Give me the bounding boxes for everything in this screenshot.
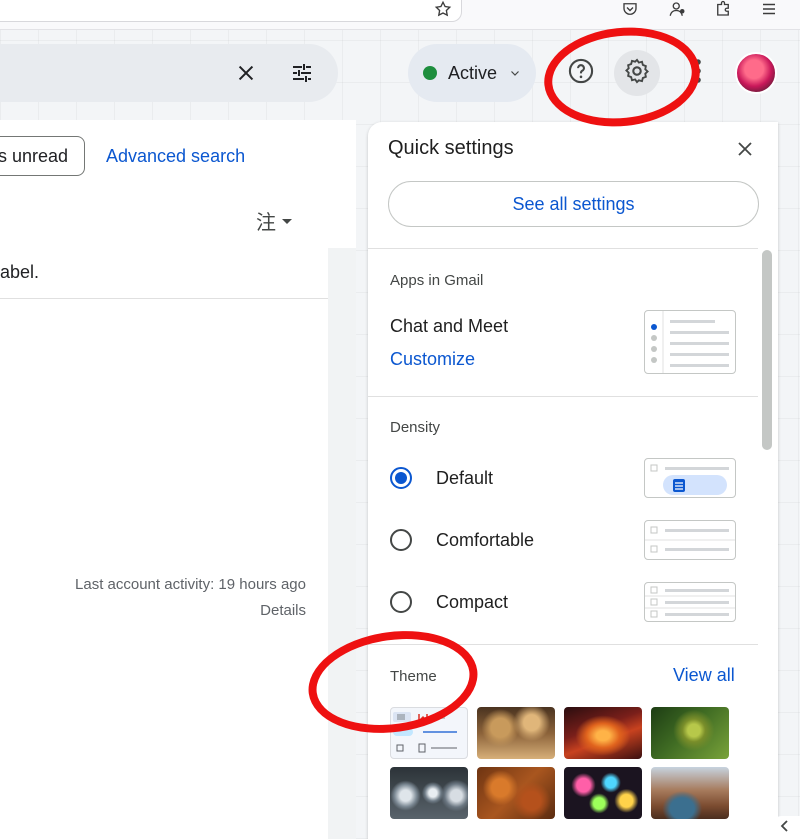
panel-scrollbar[interactable] <box>762 250 772 450</box>
theme-tile-chess[interactable] <box>477 707 555 759</box>
density-section-title: Density <box>390 419 441 436</box>
star-icon[interactable] <box>433 0 453 18</box>
address-bar[interactable] <box>0 0 462 22</box>
status-dot <box>423 66 437 80</box>
chat-meet-label: Chat and Meet <box>390 316 509 336</box>
chevron-left-icon <box>780 819 790 837</box>
theme-tile-autumn-leaves[interactable] <box>477 767 555 819</box>
sort-button[interactable]: 注 <box>256 206 292 235</box>
density-compact-preview <box>644 582 736 622</box>
chat-meet-preview <box>644 310 736 374</box>
theme-tile-canyon[interactable] <box>564 707 642 759</box>
account-icon[interactable] <box>667 0 687 18</box>
extensions-icon[interactable] <box>713 0 733 18</box>
radio-button[interactable] <box>390 529 412 551</box>
density-default-preview <box>644 458 736 498</box>
density-comfortable-preview <box>644 520 736 560</box>
density-option-comfortable[interactable]: Comfortable <box>390 529 534 551</box>
mail-view: s unread Advanced search 注 abel. Last ac… <box>0 120 356 839</box>
radio-button[interactable] <box>390 591 412 613</box>
density-option-compact[interactable]: Compact <box>390 591 508 613</box>
theme-tile-leaf[interactable] <box>651 707 729 759</box>
status-label: Active <box>448 62 498 83</box>
status-chip[interactable]: Active <box>408 44 536 102</box>
last-activity-text: Last account activity: 19 hours ago <box>75 576 306 593</box>
advanced-search-link[interactable]: Advanced search <box>106 146 245 167</box>
quick-settings-panel: Quick settings See all settings Apps in … <box>368 122 778 839</box>
view-all-themes-link[interactable]: View all <box>673 665 735 686</box>
search-bar[interactable] <box>0 44 338 102</box>
sort-glyph: 注 <box>256 212 276 234</box>
density-option-label: Comfortable <box>436 529 535 550</box>
density-option-label: Default <box>436 467 494 488</box>
theme-tile-pipes[interactable] <box>390 767 468 819</box>
customize-link[interactable]: Customize <box>390 349 475 370</box>
panel-title: Quick settings <box>388 137 514 159</box>
theme-tile-desert-lake[interactable] <box>651 767 729 819</box>
side-panel-toggle[interactable] <box>770 816 800 839</box>
radio-button[interactable] <box>390 467 412 489</box>
menu-icon[interactable] <box>759 0 779 18</box>
pocket-icon[interactable] <box>620 0 640 18</box>
details-link[interactable]: Details <box>260 602 306 619</box>
see-all-settings-button[interactable]: See all settings <box>388 181 759 227</box>
density-option-default[interactable]: Default <box>390 467 493 489</box>
close-icon[interactable] <box>732 136 758 162</box>
empty-label-message: abel. <box>0 262 40 282</box>
chevron-down-icon <box>509 67 521 79</box>
close-icon[interactable] <box>232 59 260 87</box>
divider <box>0 298 328 299</box>
avatar[interactable] <box>735 52 777 94</box>
divider <box>368 248 758 249</box>
caret-down-icon <box>282 218 292 224</box>
browser-toolbar <box>0 0 800 30</box>
mail-scroll-track <box>328 248 356 839</box>
density-option-label: Compact <box>436 591 509 612</box>
apps-section-title: Apps in Gmail <box>390 272 484 289</box>
unread-filter-chip[interactable]: s unread <box>0 136 85 176</box>
tune-icon[interactable] <box>288 59 316 87</box>
divider <box>368 396 758 397</box>
theme-tile-bokeh[interactable] <box>564 767 642 819</box>
